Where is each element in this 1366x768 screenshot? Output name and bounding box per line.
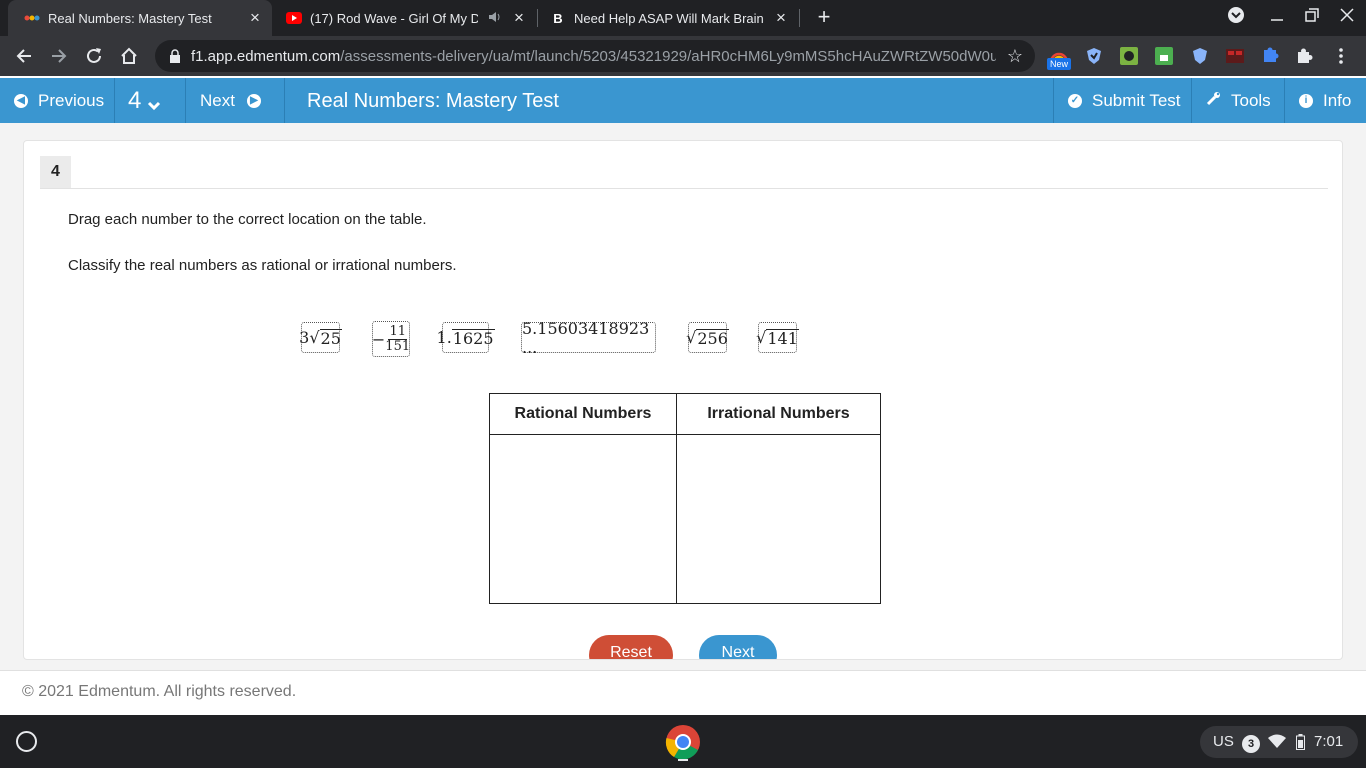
edmentum-favicon-icon bbox=[24, 10, 40, 26]
copyright-text: © 2021 Edmentum. All rights reserved. bbox=[22, 683, 297, 700]
question-card: 4 Drag each number to the correct locati… bbox=[23, 140, 1343, 660]
youtube-favicon-icon bbox=[286, 10, 302, 26]
info-button[interactable]: i Info bbox=[1284, 78, 1366, 123]
forward-icon[interactable] bbox=[47, 44, 71, 68]
divider bbox=[40, 188, 1328, 189]
extension-shield-icon[interactable] bbox=[1188, 44, 1212, 68]
lock-icon[interactable] bbox=[169, 48, 181, 64]
radical-sign: √ bbox=[686, 328, 697, 347]
classification-table: Rational Numbers Irrational Numbers bbox=[489, 393, 881, 604]
restore-window-icon[interactable] bbox=[1300, 6, 1324, 30]
tab-youtube[interactable]: (17) Rod Wave - Girl Of My Di × bbox=[280, 0, 536, 36]
info-icon: i bbox=[1299, 93, 1313, 108]
extension-puzzle-blue-icon[interactable] bbox=[1258, 44, 1282, 68]
tab-title: Need Help ASAP Will Mark Brainl bbox=[574, 10, 764, 26]
rational-drop-zone[interactable] bbox=[489, 434, 677, 604]
instruction-classify: Classify the real numbers as rational or… bbox=[68, 257, 457, 274]
reload-icon[interactable] bbox=[82, 44, 106, 68]
rational-numbers-header: Rational Numbers bbox=[489, 393, 677, 435]
url-text[interactable]: f1.app.edmentum.com/assessments-delivery… bbox=[191, 48, 996, 65]
minimize-window-icon[interactable] bbox=[1265, 6, 1289, 30]
audio-playing-icon[interactable] bbox=[488, 10, 502, 27]
tab-divider bbox=[537, 9, 538, 27]
tools-button[interactable]: Tools bbox=[1191, 78, 1284, 123]
previous-arrow-icon: ◀ bbox=[14, 93, 28, 108]
browser-menu-icon[interactable] bbox=[1329, 44, 1353, 68]
extension-green-lock-icon[interactable] bbox=[1152, 44, 1176, 68]
wrench-icon bbox=[1206, 91, 1221, 111]
tab-brainly[interactable]: B Need Help ASAP Will Mark Brainl × bbox=[540, 0, 798, 36]
tab-title: Real Numbers: Mastery Test bbox=[48, 10, 212, 26]
extension-green-square-icon[interactable] bbox=[1117, 44, 1141, 68]
tab-title: (17) Rod Wave - Girl Of My Di bbox=[310, 10, 478, 26]
close-window-icon[interactable] bbox=[1335, 6, 1359, 30]
close-tab-icon[interactable]: × bbox=[772, 9, 790, 27]
extension-red-grid-icon[interactable] bbox=[1223, 44, 1247, 68]
info-label: Info bbox=[1323, 90, 1352, 110]
page-footer: © 2021 Edmentum. All rights reserved. bbox=[0, 670, 1366, 715]
close-tab-icon[interactable]: × bbox=[246, 9, 264, 27]
tools-label: Tools bbox=[1231, 90, 1271, 110]
new-tab-button[interactable]: + bbox=[812, 5, 836, 29]
content-area: 4 Drag each number to the correct locati… bbox=[0, 123, 1366, 670]
question-selector[interactable]: 4 bbox=[115, 78, 186, 123]
chrome-app-icon[interactable] bbox=[664, 723, 702, 761]
home-icon[interactable] bbox=[117, 44, 141, 68]
question-selector-number: 4 bbox=[128, 86, 142, 114]
reset-button[interactable]: Reset bbox=[589, 635, 673, 659]
bookmark-star-icon[interactable]: ☆ bbox=[1005, 46, 1025, 66]
chevron-down-icon bbox=[147, 90, 161, 118]
notification-count-badge[interactable]: 3 bbox=[1242, 735, 1260, 753]
submit-test-label: Submit Test bbox=[1092, 90, 1181, 110]
wifi-icon bbox=[1268, 734, 1286, 752]
extension-shield-icon[interactable] bbox=[1082, 44, 1106, 68]
battery-icon bbox=[1296, 734, 1305, 754]
check-circle-icon: ✓ bbox=[1068, 93, 1082, 108]
brainly-favicon-icon: B bbox=[553, 10, 563, 26]
question-number-badge: 4 bbox=[40, 156, 71, 188]
next-arrow-icon: ▶ bbox=[246, 93, 261, 108]
tab-real-numbers[interactable]: Real Numbers: Mastery Test × bbox=[8, 0, 272, 36]
drag-tile-repeating-decimal[interactable]: 1. 1625 bbox=[437, 322, 495, 353]
browser-toolbar: f1.app.edmentum.com/assessments-delivery… bbox=[0, 36, 1366, 76]
extensions-puzzle-icon[interactable] bbox=[1293, 44, 1317, 68]
new-badge: New bbox=[1047, 58, 1072, 70]
close-tab-icon[interactable]: × bbox=[510, 9, 528, 27]
keyboard-locale: US bbox=[1213, 733, 1234, 750]
status-tray[interactable]: US 7:01 bbox=[1200, 726, 1358, 758]
drag-tile-root-256[interactable]: √ 256 bbox=[686, 322, 729, 353]
drag-tile-neg-11-over-151[interactable]: − 11 151 bbox=[372, 321, 410, 357]
os-shelf: US 7:01 3 bbox=[0, 715, 1366, 768]
radical-sign: √ bbox=[309, 328, 320, 347]
fraction: 11 151 bbox=[385, 323, 411, 354]
irrational-numbers-header: Irrational Numbers bbox=[676, 393, 881, 435]
radical-sign: √ bbox=[756, 328, 767, 347]
irrational-drop-zone[interactable] bbox=[676, 434, 881, 604]
drag-tile-root-141[interactable]: √ 141 bbox=[756, 322, 799, 353]
instruction-drag: Drag each number to the correct location… bbox=[68, 211, 427, 228]
next-question-button[interactable]: Next ▶ bbox=[186, 78, 285, 123]
tab-search-icon[interactable] bbox=[1224, 6, 1248, 30]
submit-test-button[interactable]: ✓ Submit Test bbox=[1053, 78, 1191, 123]
page-title: Real Numbers: Mastery Test bbox=[307, 90, 559, 112]
browser-tab-strip: Real Numbers: Mastery Test × (17) Rod Wa… bbox=[0, 0, 1366, 36]
back-icon[interactable] bbox=[12, 44, 36, 68]
previous-label: Previous bbox=[38, 90, 105, 110]
drag-tile-nonrepeating-decimal[interactable]: 5.15603418923 ... bbox=[521, 319, 656, 357]
previous-button[interactable]: ◀ Previous bbox=[0, 78, 115, 123]
next-button[interactable]: Next bbox=[699, 635, 777, 659]
launcher-icon[interactable] bbox=[16, 731, 37, 752]
assessment-header: ◀ Previous 4 Next ▶ Real Numbers: Master… bbox=[0, 78, 1366, 123]
next-label: Next bbox=[200, 90, 235, 110]
drag-tile-3-root-25[interactable]: 3 √ 25 bbox=[299, 322, 342, 353]
clock: 7:01 bbox=[1314, 733, 1344, 750]
address-bar[interactable]: f1.app.edmentum.com/assessments-delivery… bbox=[155, 40, 1035, 72]
tab-divider bbox=[799, 9, 800, 27]
